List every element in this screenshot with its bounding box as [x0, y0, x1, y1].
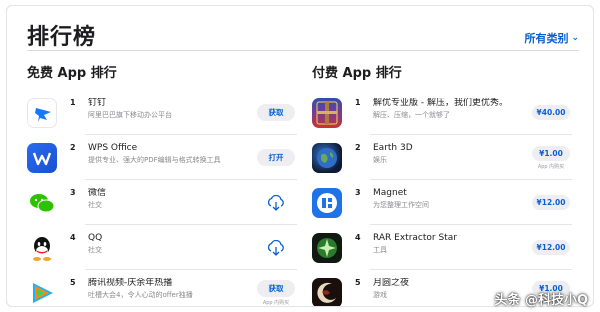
app-name[interactable]: 解优专业版 - 解压，我们更优秀。 — [373, 98, 530, 109]
price-button[interactable]: ¥1.00 — [532, 145, 570, 161]
app-subtitle: 提供专业、强大的PDF编辑与格式转换工具 — [88, 156, 221, 164]
rank: 4 — [70, 233, 76, 242]
list-item[interactable]: 4 RAR Extractor Star 工具 ¥12.00 — [312, 225, 572, 270]
action-area: 获取 App 内购买 — [255, 279, 297, 306]
wechat-icon — [27, 187, 57, 218]
all-categories-label: 所有类别 — [524, 32, 569, 45]
price-button[interactable]: ¥12.00 — [532, 240, 570, 255]
action-area: ¥12.00 — [530, 195, 572, 210]
winrar-icon — [312, 97, 342, 128]
app-name[interactable]: 钉钉 — [88, 98, 255, 109]
app-subtitle: 娱乐 — [373, 156, 387, 164]
app-name[interactable]: RAR Extractor Star — [373, 233, 530, 244]
app-info: WPS Office 提供专业、强大的PDF编辑与格式转换工具 — [88, 143, 255, 166]
paid-section-title: 付费 App 排行 — [312, 66, 402, 81]
app-name[interactable]: Magnet — [373, 188, 530, 199]
price-button[interactable]: ¥40.00 — [532, 105, 570, 120]
get-button[interactable]: 获取 — [257, 279, 295, 297]
all-categories-link[interactable]: 所有类别 ⌄ — [524, 30, 579, 46]
app-subtitle: 工具 — [373, 246, 387, 254]
dingtalk-icon — [27, 97, 57, 128]
get-button[interactable]: 获取 — [257, 104, 295, 121]
app-info: QQ 社交 — [88, 233, 255, 256]
watermark: 头条 @科技小Q — [494, 293, 588, 308]
rank: 4 — [355, 233, 361, 242]
app-name[interactable]: 月圆之夜 — [373, 278, 530, 289]
page-title: 排行榜 — [27, 25, 97, 50]
action-area: ¥40.00 — [530, 105, 572, 120]
list-item[interactable]: 1 解优专业版 - 解压，我们更优秀。 解压、压缩，一个就够了 ¥40.00 — [312, 90, 572, 135]
rank: 5 — [355, 278, 361, 287]
chevron-down-icon: ⌄ — [571, 33, 579, 43]
free-section-title: 免费 App 排行 — [27, 66, 117, 81]
cloud-download-icon[interactable] — [266, 194, 286, 211]
open-button[interactable]: 打开 — [257, 149, 295, 166]
rank: 3 — [355, 188, 361, 197]
action-area: 打开 — [255, 149, 297, 166]
list-item[interactable]: 2 Earth 3D 娱乐 ¥1.00 App 内购买 — [312, 135, 572, 180]
magnet-icon — [312, 187, 342, 218]
app-info: RAR Extractor Star 工具 — [373, 233, 530, 256]
action-area — [255, 194, 297, 211]
app-subtitle: 为您整理工作空间 — [373, 201, 429, 209]
wps-icon — [27, 142, 57, 173]
app-name[interactable]: WPS Office — [88, 143, 255, 154]
app-subtitle: 阿里巴巴旗下移动办公平台 — [88, 111, 172, 119]
rank: 3 — [70, 188, 76, 197]
list-item[interactable]: 1 钉钉 阿里巴巴旗下移动办公平台 获取 — [27, 90, 297, 135]
list-item[interactable]: 4 QQ 社交 — [27, 225, 297, 270]
action-area: ¥1.00 App 内购买 — [530, 145, 572, 170]
title-divider — [27, 50, 579, 51]
list-item[interactable]: 5 腾讯视频-庆余年热播 吐槽大会4，令人心动的offer独播 获取 App 内… — [27, 270, 297, 306]
list-item[interactable]: 2 WPS Office 提供专业、强大的PDF编辑与格式转换工具 打开 — [27, 135, 297, 180]
list-item[interactable]: 3 微信 社交 — [27, 180, 297, 225]
app-info: Earth 3D 娱乐 — [373, 143, 530, 166]
rank: 1 — [355, 98, 361, 107]
paid-app-list: 1 解优专业版 - 解压，我们更优秀。 解压、压缩，一个就够了 ¥40.00 2… — [312, 90, 572, 306]
app-info: Magnet 为您整理工作空间 — [373, 188, 530, 211]
app-subtitle: 解压、压缩，一个就够了 — [373, 111, 450, 119]
app-subtitle: 吐槽大会4，令人心动的offer独播 — [88, 291, 193, 299]
app-info: 腾讯视频-庆余年热播 吐槽大会4，令人心动的offer独播 — [88, 278, 255, 301]
rar-extractor-icon — [312, 232, 342, 263]
action-area: 获取 — [255, 104, 297, 121]
app-info: 微信 社交 — [88, 188, 255, 211]
app-name[interactable]: 腾讯视频-庆余年热播 — [88, 278, 255, 289]
tencent-video-icon — [27, 277, 57, 306]
app-info: 钉钉 阿里巴巴旗下移动办公平台 — [88, 98, 255, 121]
in-app-purchase-note: App 内购买 — [537, 163, 565, 170]
app-name[interactable]: Earth 3D — [373, 143, 530, 154]
list-item[interactable]: 3 Magnet 为您整理工作空间 ¥12.00 — [312, 180, 572, 225]
qq-icon — [27, 232, 57, 263]
cloud-download-icon[interactable] — [266, 239, 286, 256]
app-name[interactable]: QQ — [88, 233, 255, 244]
app-name[interactable]: 微信 — [88, 188, 255, 199]
rank: 2 — [70, 143, 76, 152]
rank: 2 — [355, 143, 361, 152]
in-app-purchase-note: App 内购买 — [262, 299, 290, 306]
earth-icon — [312, 142, 342, 173]
action-area: ¥12.00 — [530, 240, 572, 255]
app-subtitle: 社交 — [88, 246, 102, 254]
moon-night-icon — [312, 277, 342, 306]
free-app-list: 1 钉钉 阿里巴巴旗下移动办公平台 获取 2 WPS Office 提供专业、强… — [27, 90, 297, 306]
app-subtitle: 社交 — [88, 201, 102, 209]
app-store-panel: 排行榜 所有类别 ⌄ 免费 App 排行 付费 App 排行 1 钉钉 阿里巴巴… — [6, 5, 594, 307]
price-button[interactable]: ¥12.00 — [532, 195, 570, 210]
app-info: 解优专业版 - 解压，我们更优秀。 解压、压缩，一个就够了 — [373, 98, 530, 121]
rank: 1 — [70, 98, 76, 107]
action-area — [255, 239, 297, 256]
rank: 5 — [70, 278, 76, 287]
